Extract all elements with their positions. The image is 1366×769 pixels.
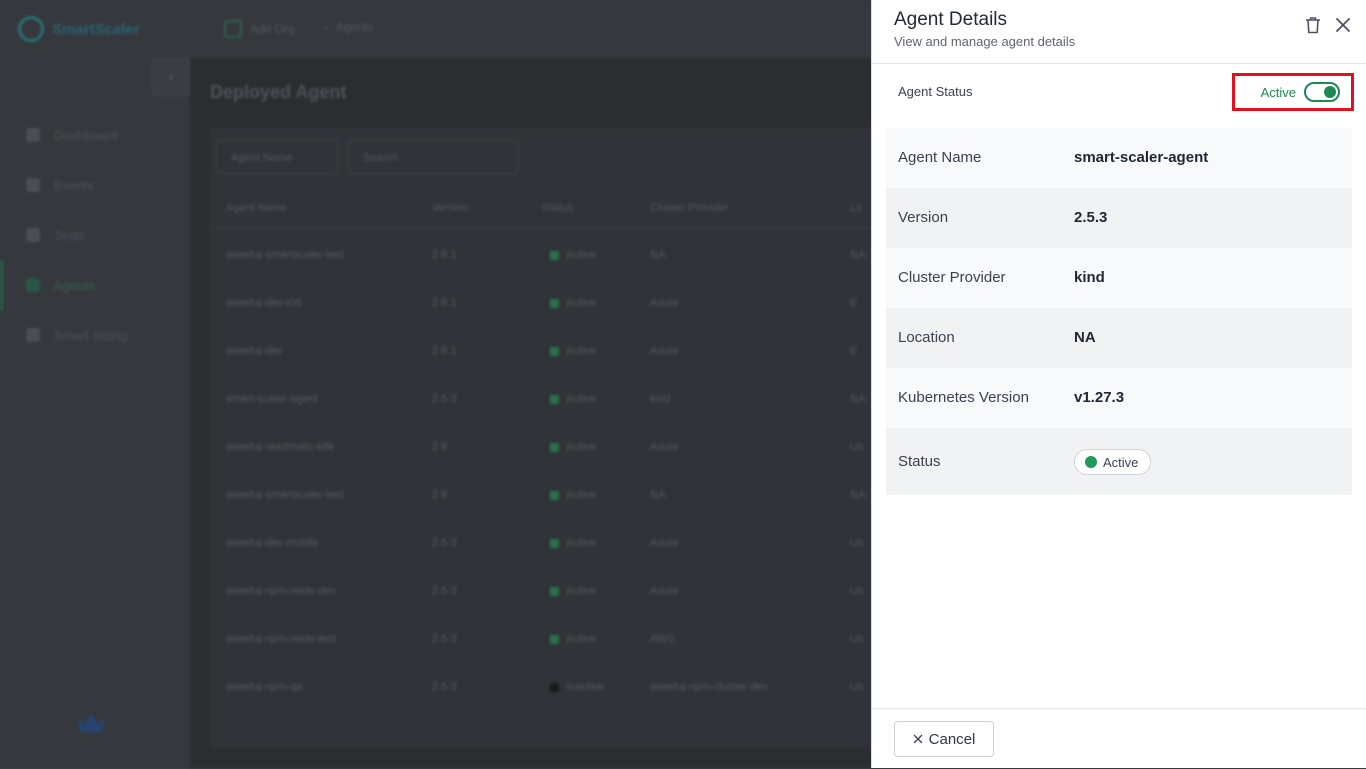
toggle-knob <box>1324 86 1336 98</box>
detail-value: smart-scaler-agent <box>1074 149 1209 166</box>
cancel-button[interactable]: Cancel <box>894 721 994 757</box>
drawer-title: Agent Details <box>894 9 1008 30</box>
drawer-subtitle: View and manage agent details <box>894 34 1076 49</box>
detail-row-location: Location NA <box>886 308 1352 368</box>
status-badge: Active <box>1074 449 1152 475</box>
detail-label: Agent Name <box>898 149 982 166</box>
agent-status-row: Agent Status Active <box>886 73 1354 111</box>
modal-overlay[interactable] <box>0 0 871 768</box>
detail-value: v1.27.3 <box>1074 389 1125 406</box>
detail-value: 2.5.3 <box>1074 209 1108 226</box>
detail-label: Version <box>898 209 949 226</box>
status-badge-text: Active <box>1103 454 1139 470</box>
detail-label: Kubernetes Version <box>898 389 1029 406</box>
toggle-state-label: Active <box>1260 84 1296 100</box>
cancel-label: Cancel <box>928 730 976 748</box>
agent-details-table: Agent Name smart-scaler-agent Version 2.… <box>886 128 1352 495</box>
detail-label: Location <box>898 329 955 346</box>
close-button[interactable] <box>1330 12 1356 38</box>
detail-value: NA <box>1074 329 1096 346</box>
detail-row-cluster-provider: Cluster Provider kind <box>886 248 1352 308</box>
detail-row-kubernetes-version: Kubernetes Version v1.27.3 <box>886 368 1352 428</box>
agent-status-toggle[interactable] <box>1304 82 1340 102</box>
detail-row-status: Status Active <box>886 428 1352 495</box>
status-dot-icon <box>1085 456 1097 468</box>
detail-row-version: Version 2.5.3 <box>886 188 1352 248</box>
detail-row-agent-name: Agent Name smart-scaler-agent <box>886 128 1352 188</box>
agent-details-drawer: Agent Details View and manage agent deta… <box>871 0 1366 768</box>
agent-status-label: Agent Status <box>898 84 973 99</box>
drawer-header: Agent Details View and manage agent deta… <box>872 0 1366 64</box>
trash-icon <box>1306 17 1320 34</box>
detail-value: kind <box>1074 269 1105 286</box>
close-icon <box>1336 18 1350 32</box>
delete-button[interactable] <box>1300 12 1326 38</box>
detail-label: Status <box>898 453 941 470</box>
agent-status-toggle-highlight: Active <box>1232 73 1354 111</box>
detail-label: Cluster Provider <box>898 269 1006 286</box>
drawer-footer: Cancel <box>872 708 1366 769</box>
close-icon <box>913 734 922 744</box>
